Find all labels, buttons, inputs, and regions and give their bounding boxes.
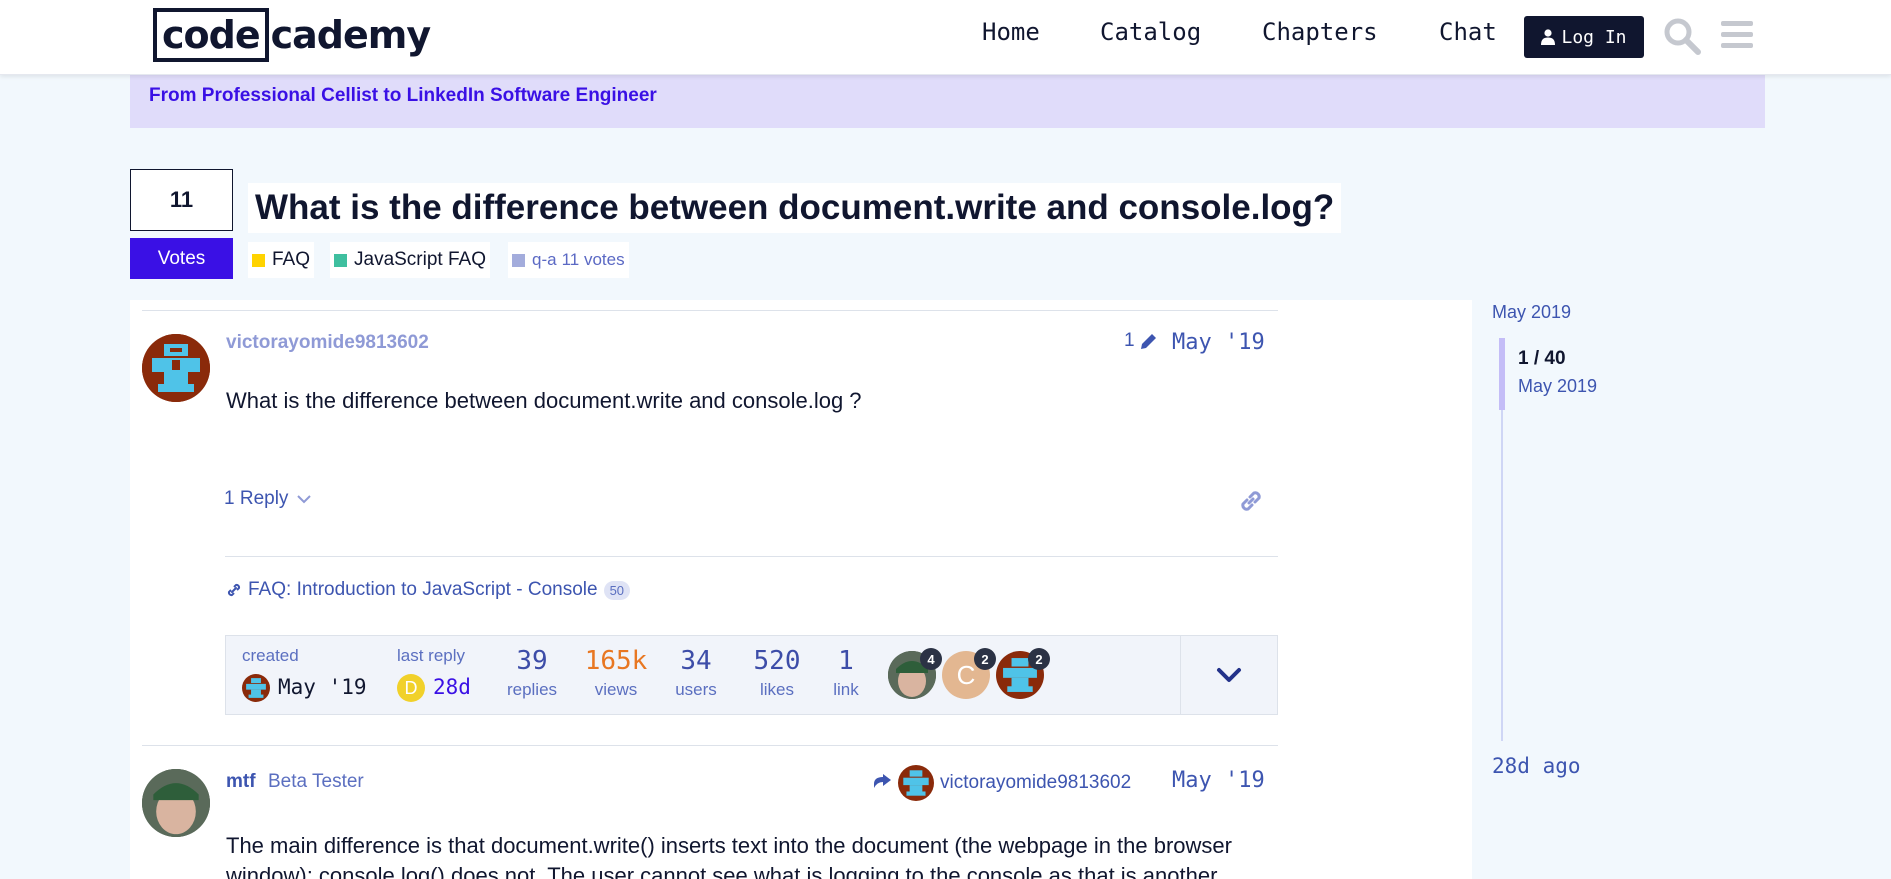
avatar xyxy=(898,765,934,801)
post-username[interactable]: mtf xyxy=(226,771,256,793)
post-date[interactable]: May '19 xyxy=(1172,330,1265,355)
post-body-line: window); console.log() does not. The use… xyxy=(226,863,1218,879)
post-date[interactable]: May '19 xyxy=(1172,768,1265,793)
chevron-down-icon xyxy=(297,495,312,504)
participant-post-count: 2 xyxy=(974,648,996,670)
replies-label: 1 Reply xyxy=(224,488,289,509)
timeline-start-date[interactable]: May 2019 xyxy=(1492,302,1571,323)
user-title: Beta Tester xyxy=(268,771,364,792)
link-share-icon[interactable] xyxy=(1238,488,1264,514)
tag-label: JavaScript FAQ xyxy=(354,249,486,270)
edit-count: 1 xyxy=(1124,330,1135,351)
identicon-icon xyxy=(903,770,929,796)
votes-count: 11 xyxy=(130,169,233,231)
topic-map: created May '19 last reply D 28d 39 repl… xyxy=(225,635,1278,715)
avatar[interactable] xyxy=(142,334,210,402)
replies-toggle-button[interactable]: 1 Reply xyxy=(224,488,312,510)
nav-chapters[interactable]: Chapters xyxy=(1262,18,1378,46)
users-label: users xyxy=(675,680,717,699)
hamburger-menu-icon[interactable] xyxy=(1720,18,1754,52)
divider xyxy=(225,556,1278,557)
search-icon[interactable] xyxy=(1662,16,1702,56)
reply-to-tab[interactable]: victorayomide9813602 xyxy=(872,765,1131,801)
codecademy-logo[interactable]: code cademy xyxy=(153,8,432,62)
replies-count: 39 xyxy=(516,646,548,676)
logo-code-box: code xyxy=(153,8,269,62)
post-body: What is the difference between document.… xyxy=(226,388,862,413)
links-label: link xyxy=(833,680,859,699)
participant-post-count: 2 xyxy=(1028,648,1050,670)
created-label: created xyxy=(242,646,299,665)
replies-label: replies xyxy=(506,680,558,699)
post-body-line: The main difference is that document.wri… xyxy=(226,833,1232,858)
logo-rest: cademy xyxy=(270,13,432,57)
views-count: 165k xyxy=(584,646,648,676)
topic-title[interactable]: What is the difference between document.… xyxy=(248,183,1342,233)
users-count: 34 xyxy=(680,646,712,676)
tag-label: FAQ xyxy=(272,249,311,270)
divider xyxy=(142,745,1278,746)
user-photo-icon xyxy=(142,769,210,837)
nav-catalog[interactable]: Catalog xyxy=(1100,18,1201,46)
user-icon xyxy=(1541,29,1556,45)
avatar[interactable] xyxy=(142,769,210,837)
tag-color-square xyxy=(334,253,347,267)
timeline-position-date: May 2019 xyxy=(1518,376,1598,396)
reply-arrow-icon xyxy=(874,774,891,788)
avatar[interactable]: D xyxy=(397,674,425,702)
likes-count: 520 xyxy=(753,646,801,676)
nav-home[interactable]: Home xyxy=(982,18,1040,46)
tag-faq[interactable]: FAQ xyxy=(248,242,315,278)
tag-color-square xyxy=(512,253,525,267)
created-date[interactable]: May '19 xyxy=(278,675,367,699)
last-reply-label: last reply xyxy=(397,646,466,665)
banner-link[interactable]: From Professional Cellist to LinkedIn So… xyxy=(149,85,657,107)
site-header: code cademy Home Catalog Chapters Chat Lo… xyxy=(0,0,1891,75)
linked-topic-title: FAQ: Introduction to JavaScript - Consol… xyxy=(248,579,598,600)
announcement-banner: From Professional Cellist to LinkedIn So… xyxy=(130,75,1765,128)
last-reply-date[interactable]: 28d xyxy=(433,675,471,699)
login-button[interactable]: Log In xyxy=(1524,16,1644,58)
edit-history[interactable]: 1 xyxy=(1124,330,1159,352)
login-label: Log In xyxy=(1561,26,1627,48)
link-icon xyxy=(227,583,241,597)
participant-post-count: 4 xyxy=(920,648,942,670)
tag-votes: 11 votes xyxy=(561,250,625,269)
post-username[interactable]: victorayomide9813602 xyxy=(226,332,429,354)
tag-color-square xyxy=(252,253,265,267)
timeline-scroll-handle[interactable] xyxy=(1499,338,1505,410)
votes-button[interactable]: Votes xyxy=(130,238,233,279)
linked-topic[interactable]: FAQ: Introduction to JavaScript - Consol… xyxy=(226,579,631,601)
timeline-end-date[interactable]: 28d ago xyxy=(1492,754,1581,778)
expand-topic-map-button[interactable] xyxy=(1180,636,1277,714)
pencil-icon xyxy=(1140,334,1156,349)
nav-chat[interactable]: Chat xyxy=(1439,18,1497,46)
tag-q-a[interactable]: q-a 11 votes xyxy=(508,242,629,278)
views-label: views xyxy=(594,680,638,699)
chevron-down-icon xyxy=(1217,668,1241,682)
identicon-icon xyxy=(142,334,210,402)
tag-label: q-a xyxy=(532,250,557,269)
avatar[interactable] xyxy=(242,674,270,702)
divider xyxy=(142,310,1278,311)
reply-to-username: victorayomide9813602 xyxy=(940,772,1132,793)
likes-label: likes xyxy=(759,680,794,699)
click-count-badge: 50 xyxy=(603,580,631,600)
timeline-position: 1 / 40 xyxy=(1518,348,1566,369)
links-count: 1 xyxy=(838,646,854,676)
identicon-icon xyxy=(246,678,266,698)
tag-javascript-faq[interactable]: JavaScript FAQ xyxy=(330,242,490,278)
